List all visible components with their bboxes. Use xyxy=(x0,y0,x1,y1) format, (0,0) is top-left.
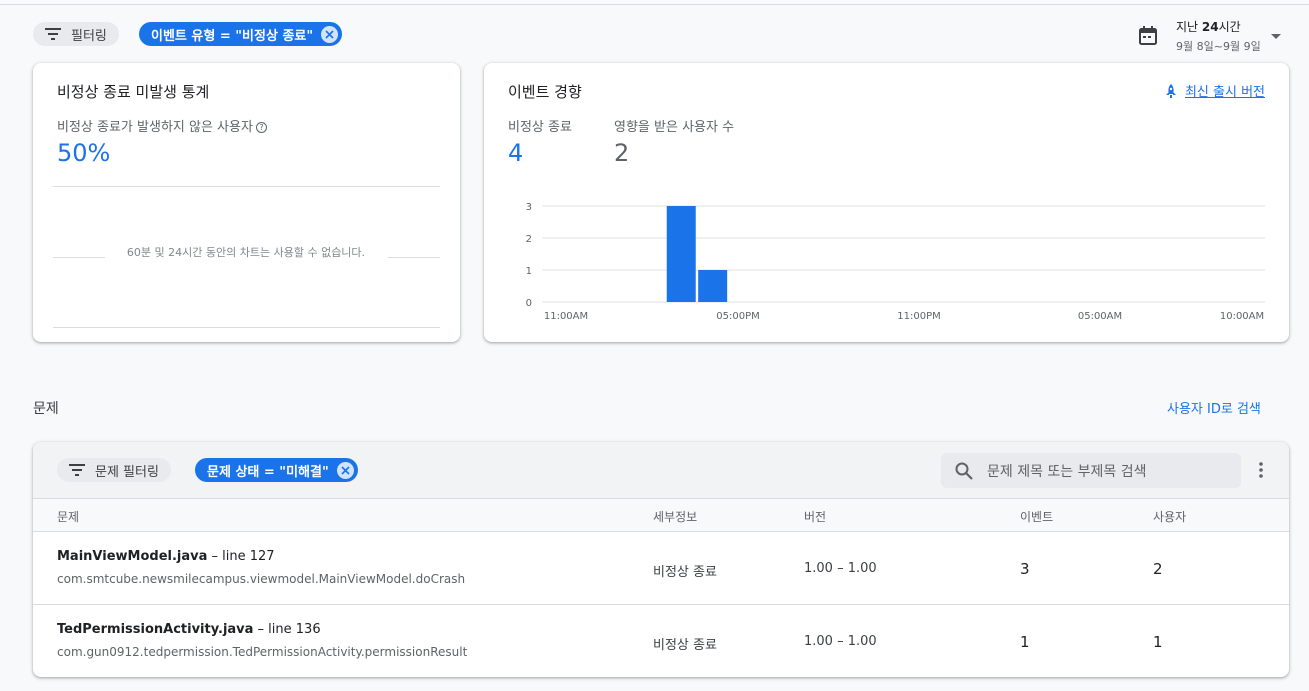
top-divider xyxy=(0,4,1309,5)
issue-title[interactable]: MainViewModel.java – line 127 xyxy=(57,549,275,564)
filter-icon xyxy=(45,28,61,40)
search-by-user-id-link[interactable]: 사용자 ID로 검색 xyxy=(1167,398,1261,417)
event-type-chip[interactable]: 이벤트 유형 = "비정상 종료" xyxy=(139,22,343,46)
crash-free-value: 50% xyxy=(57,139,111,167)
column-header-details[interactable]: 세부정보 xyxy=(653,508,697,525)
event-trend-card: 이벤트 경향 최신 출시 버전 비정상 종료 4 영향을 받은 사용자 수 2 … xyxy=(484,63,1289,342)
issue-title[interactable]: TedPermissionActivity.java – line 136 xyxy=(57,622,321,637)
column-header-issue[interactable]: 문제 xyxy=(57,508,79,525)
issue-events: 3 xyxy=(1020,560,1030,578)
filter-icon xyxy=(69,464,85,476)
divider xyxy=(53,257,105,258)
issue-version: 1.00 – 1.00 xyxy=(804,634,877,649)
date-range-label: 지난 24시간 xyxy=(1176,20,1241,34)
divider xyxy=(33,604,1289,605)
x-tick-label: 05:00PM xyxy=(716,311,759,322)
close-icon[interactable] xyxy=(336,461,354,479)
divider xyxy=(33,498,1289,499)
y-tick-label: 0 xyxy=(526,298,532,309)
column-header-events[interactable]: 이벤트 xyxy=(1020,508,1053,525)
search-placeholder: 문제 제목 또는 부제목 검색 xyxy=(987,463,1147,480)
issue-details: 비정상 종료 xyxy=(653,565,717,580)
crash-free-subtitle: 비정상 종료가 발생하지 않은 사용자? xyxy=(57,116,267,135)
divider xyxy=(53,186,440,187)
issue-details: 비정상 종료 xyxy=(653,638,717,653)
x-tick-label: 11:00PM xyxy=(897,311,940,322)
help-icon[interactable]: ? xyxy=(255,122,267,133)
divider xyxy=(53,327,440,328)
y-tick-label: 2 xyxy=(526,234,532,245)
column-header-version[interactable]: 버전 xyxy=(804,508,826,525)
x-tick-label: 11:00AM xyxy=(544,311,588,322)
y-tick-label: 3 xyxy=(526,202,532,213)
chart-bar[interactable] xyxy=(666,206,696,302)
issue-users: 1 xyxy=(1153,633,1163,651)
issue-events: 1 xyxy=(1020,633,1030,651)
divider xyxy=(33,531,1289,532)
date-range-dates: 9월 8일~9월 9일 xyxy=(1176,40,1261,53)
date-range-selector[interactable]: 지난 24시간 9월 8일~9월 9일 xyxy=(1138,18,1281,54)
issue-users: 2 xyxy=(1153,560,1163,578)
divider xyxy=(388,257,440,258)
calendar-icon xyxy=(1139,26,1157,45)
issue-filter-chip[interactable]: 문제 필터링 xyxy=(57,458,171,482)
event-type-chip-label: 이벤트 유형 = "비정상 종료" xyxy=(151,28,314,44)
crash-free-title: 비정상 종료 미발생 통계 xyxy=(57,83,210,101)
chart-unavailable-message: 60분 및 24시간 동안의 차트는 사용할 수 없습니다. xyxy=(126,246,366,259)
filter-chip[interactable]: 필터링 xyxy=(33,22,119,46)
crash-free-card: 비정상 종료 미발생 통계 비정상 종료가 발생하지 않은 사용자? 50% 6… xyxy=(33,63,460,342)
filter-label: 필터링 xyxy=(71,28,107,44)
y-tick-label: 1 xyxy=(526,266,532,277)
close-icon[interactable] xyxy=(321,25,339,43)
issue-filter-label: 문제 필터링 xyxy=(95,464,159,480)
issue-subtitle: com.smtcube.newsmilecampus.viewmodel.Mai… xyxy=(57,572,466,586)
issues-section-label: 문제 xyxy=(33,401,59,417)
issue-status-chip[interactable]: 문제 상태 = "미해결" xyxy=(195,458,358,482)
column-header-users[interactable]: 사용자 xyxy=(1153,508,1186,525)
x-tick-label: 10:00AM xyxy=(1220,311,1264,322)
event-trend-chart: 0 1 2 3 11:00AM 05:00PM 11:00PM 05:00AM 10:00AM xyxy=(526,202,1265,322)
chevron-down-icon xyxy=(1270,33,1281,39)
issue-search-input[interactable]: 문제 제목 또는 부제목 검색 xyxy=(941,453,1241,488)
x-tick-label: 05:00AM xyxy=(1078,311,1122,322)
search-icon xyxy=(955,462,973,480)
issue-status-chip-label: 문제 상태 = "미해결" xyxy=(207,464,329,480)
more-vert-icon[interactable] xyxy=(1258,461,1264,479)
chart-bar[interactable] xyxy=(698,270,728,302)
issue-subtitle: com.gun0912.tedpermission.TedPermissionA… xyxy=(57,645,468,659)
issue-version: 1.00 – 1.00 xyxy=(804,561,877,576)
